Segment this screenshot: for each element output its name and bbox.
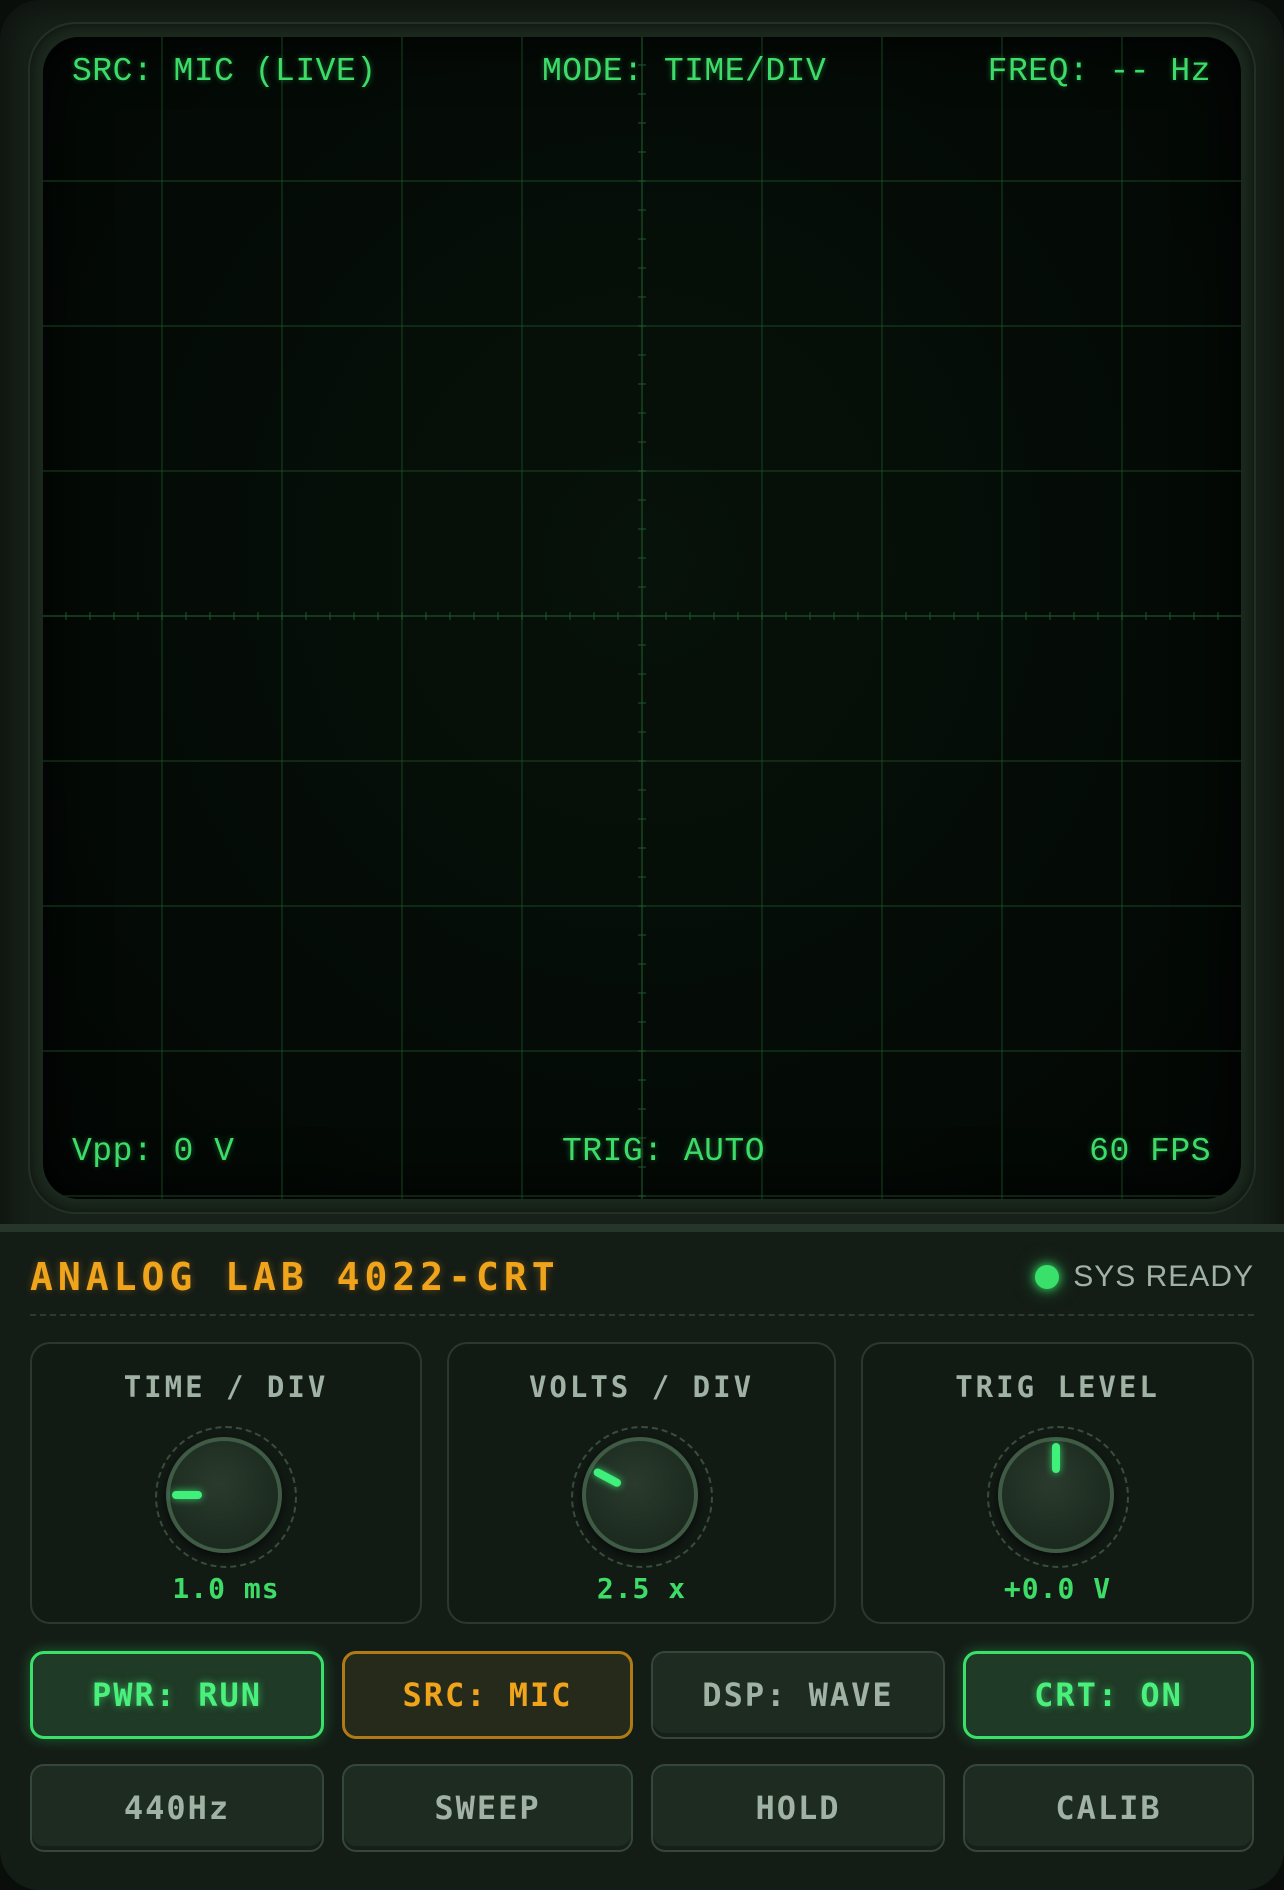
trig-level-title: TRIG LEVEL — [955, 1370, 1160, 1404]
hold-button[interactable]: HOLD — [651, 1764, 945, 1852]
crt-screen[interactable]: SRC: MIC (LIVE) MODE: TIME/DIV FREQ: -- … — [43, 37, 1241, 1199]
status-indicator: SYS READY — [1035, 1260, 1254, 1294]
mode-readout: MODE: TIME/DIV — [542, 53, 827, 90]
panel-divider — [30, 1314, 1254, 1316]
oscilloscope-device: SRC: MIC (LIVE) MODE: TIME/DIV FREQ: -- … — [0, 0, 1284, 1890]
knob-body — [997, 1437, 1114, 1553]
volts-div-title: VOLTS / DIV — [528, 1370, 755, 1404]
status-label: SYS READY — [1073, 1260, 1254, 1293]
time-div-value: 1.0 ms — [172, 1572, 280, 1605]
trig-level-control: TRIG LEVEL +0.0 V — [861, 1342, 1254, 1624]
time-div-knob[interactable] — [155, 1426, 297, 1568]
knob-pointer-icon — [1051, 1443, 1060, 1473]
trig-level-value: +0.0 V — [1003, 1572, 1112, 1605]
knob-pointer-icon — [172, 1491, 202, 1499]
knob-body — [581, 1437, 698, 1553]
knob-pointer-icon — [591, 1467, 622, 1489]
tone-440hz-button[interactable]: 440Hz — [30, 1764, 324, 1852]
time-div-control: TIME / DIV 1.0 ms — [30, 1342, 422, 1624]
trig-level-knob[interactable] — [986, 1426, 1129, 1568]
trigger-readout: TRIG: AUTO — [562, 1133, 766, 1170]
sweep-button[interactable]: SWEEP — [342, 1764, 633, 1852]
volts-div-knob[interactable] — [570, 1426, 713, 1568]
frequency-readout: FREQ: -- Hz — [987, 53, 1211, 90]
crt-on-button[interactable]: CRT: ON — [963, 1651, 1254, 1739]
status-led-icon — [1035, 1265, 1060, 1289]
display-wave-button[interactable]: DSP: WAVE — [651, 1651, 945, 1739]
time-div-title: TIME / DIV — [123, 1370, 329, 1404]
fps-readout: 60 FPS — [1089, 1133, 1211, 1170]
knob-body — [166, 1437, 282, 1553]
brand-title: ANALOG LAB 4022-CRT — [30, 1255, 560, 1299]
calibrate-button[interactable]: CALIB — [963, 1764, 1254, 1852]
power-run-button[interactable]: PWR: RUN — [30, 1651, 324, 1739]
volts-div-value: 2.5 x — [596, 1572, 687, 1605]
graticule — [43, 37, 1241, 1199]
vpp-readout: Vpp: 0 V — [72, 1133, 235, 1170]
volts-div-control: VOLTS / DIV 2.5 x — [447, 1342, 836, 1624]
source-readout: SRC: MIC (LIVE) — [72, 53, 377, 90]
source-mic-button[interactable]: SRC: MIC — [342, 1651, 633, 1739]
